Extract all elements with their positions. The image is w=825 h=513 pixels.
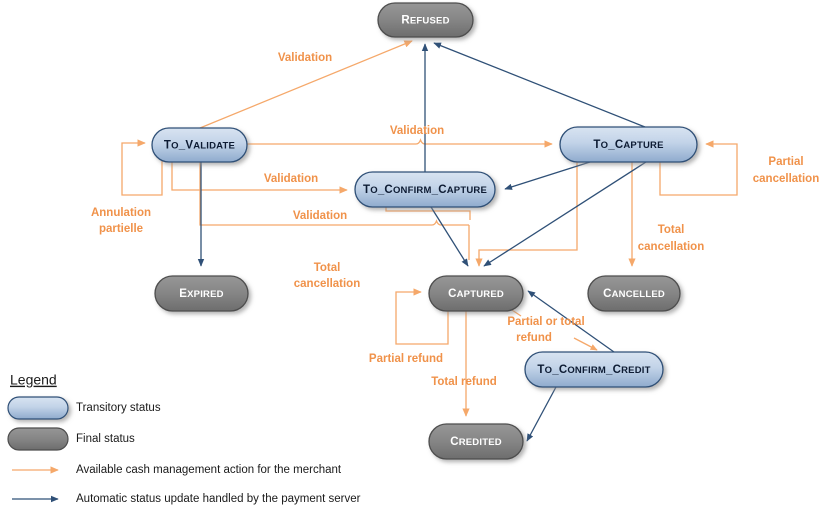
state-node-label: TO_CAPTURE <box>593 139 663 151</box>
state-node-label: EXPIRED <box>179 288 223 300</box>
state-node-to_validate: TO_VALIDATE <box>151 127 248 163</box>
state-node-cancelled: CANCELLED <box>587 275 681 312</box>
edge-to-confirm-capture-captured-auto <box>430 206 469 267</box>
edge-to-validate-to-confirm-capture <box>171 161 348 194</box>
edge-label-partial-cancellation-2: cancellation <box>753 173 819 185</box>
state-node-label: CAPTURED <box>448 288 504 300</box>
edge-label-validation-captured: Validation <box>293 210 347 222</box>
edge-label-validation-confirm-cap: Validation <box>264 173 318 185</box>
state-node-label: CREDITED <box>450 436 502 448</box>
edge-label-partial-or-total-2: refund <box>516 332 552 344</box>
edge-label-annulation-partielle-1: Annulation <box>91 207 151 219</box>
state-node-expired: EXPIRED <box>154 275 249 312</box>
legend-final-swatch <box>7 427 69 451</box>
state-node-to_capture: TO_CAPTURE <box>559 126 698 163</box>
edge-label-partial-refund: Partial refund <box>369 353 443 365</box>
state-node-captured: CAPTURED <box>428 275 524 312</box>
state-node-credited: CREDITED <box>428 423 524 460</box>
edge-to-validate-to-capture <box>247 138 553 148</box>
legend-label-transitory: Transitory status <box>76 402 161 414</box>
edge-label-total-cancellation-r-1: Total <box>658 224 685 236</box>
edge-label-total-cancellation-r-2: cancellation <box>638 241 704 253</box>
state-node-label: REFUSED <box>401 15 449 27</box>
legend-label-merchant-action: Available cash management action for the… <box>76 464 342 476</box>
legend-transitory-swatch <box>7 396 69 420</box>
state-node-to_confirm_capture: TO_CONFIRM_CAPTURE <box>354 171 496 208</box>
state-node-to_confirm_credit: TO_CONFIRM_CREDIT <box>524 351 664 388</box>
edge-label-total-cancellation-l-1: Total <box>314 262 341 274</box>
edge-label-total-cancellation-l-2: cancellation <box>294 278 360 290</box>
state-node-refused: REFUSED <box>377 2 474 38</box>
edge-to-capture-refused <box>433 42 646 128</box>
edge-label-validation-to-capture: Validation <box>390 125 444 137</box>
legend: Legend Transitory status Final status Av… <box>7 372 361 505</box>
edge-to-confirm-capture-captured <box>385 207 471 220</box>
edge-label-partial-or-total-1: Partial or total <box>507 316 584 328</box>
edge-label-total-refund: Total refund <box>431 376 497 388</box>
edge-to-confirm-credit-credited <box>526 386 557 442</box>
edge-label-partial-cancellation-1: Partial <box>768 156 803 168</box>
state-node-label: TO_CONFIRM_CAPTURE <box>363 184 487 196</box>
state-node-label: CANCELLED <box>603 288 665 300</box>
diagram-page: REFUSED TO_VALIDATE TO_CAPTURE TO_CONFIRM_C… <box>0 0 825 513</box>
legend-title: Legend <box>10 372 57 388</box>
state-node-label: TO_CONFIRM_CREDIT <box>537 364 650 376</box>
edge-captured-to-confirm-credit <box>573 337 598 351</box>
state-diagram: REFUSED TO_VALIDATE TO_CAPTURE TO_CONFIRM_C… <box>7 2 819 505</box>
legend-label-final: Final status <box>76 433 135 445</box>
state-node-label: TO_VALIDATE <box>164 140 235 152</box>
edge-to-capture-captured <box>475 162 578 267</box>
legend-label-automatic-update: Automatic status update handled by the p… <box>76 493 361 505</box>
edge-label-annulation-partielle-2: partielle <box>99 223 143 235</box>
edge-label-validation-refused: Validation <box>278 52 332 64</box>
